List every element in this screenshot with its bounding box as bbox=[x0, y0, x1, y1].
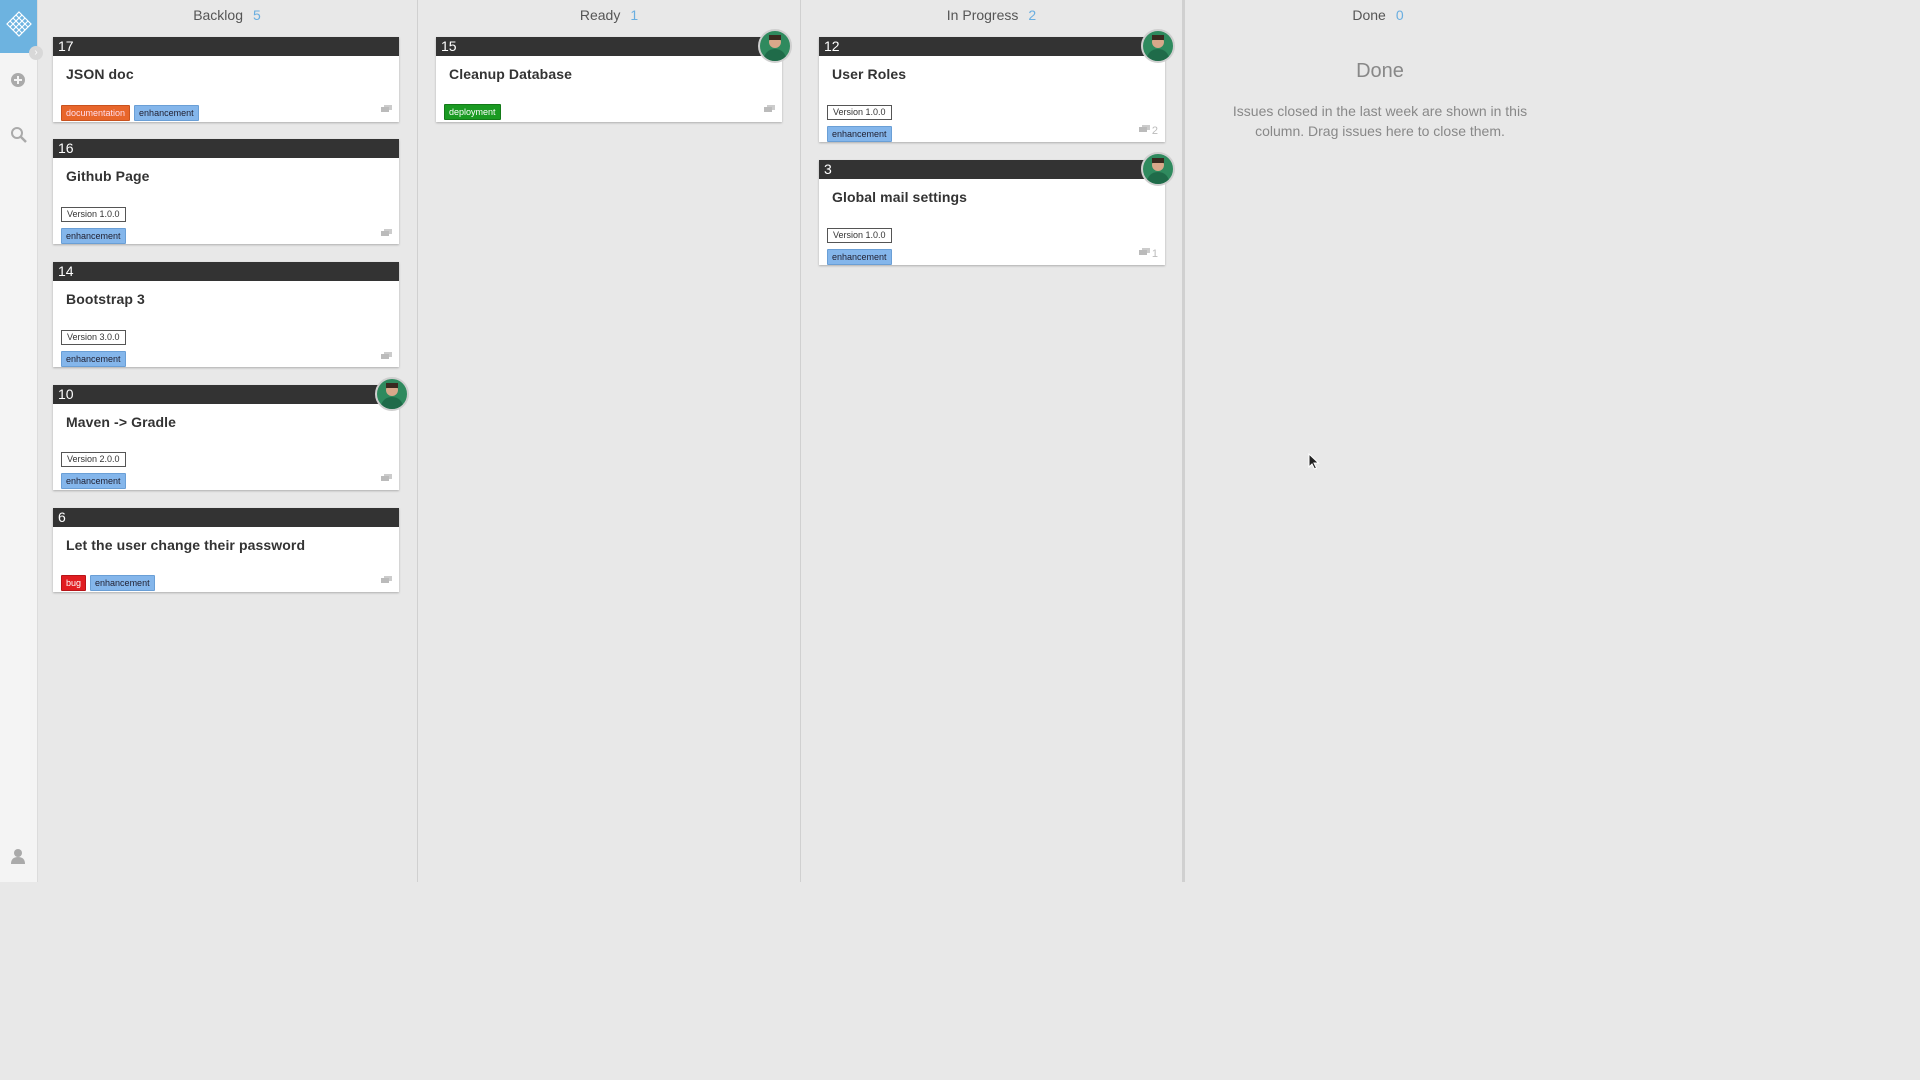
comments-icon bbox=[381, 229, 392, 238]
column-header: Done 0 bbox=[1185, 0, 1571, 30]
label-list: bug enhancement bbox=[61, 573, 159, 591]
label-enhancement[interactable]: enhancement bbox=[61, 228, 126, 244]
issue-title[interactable]: Bootstrap 3 bbox=[53, 281, 399, 307]
milestone-row: Version 1.0.0 bbox=[61, 204, 126, 222]
mouse-cursor-icon bbox=[1308, 452, 1320, 475]
label-enhancement[interactable]: enhancement bbox=[827, 249, 892, 265]
issue-number: 3 bbox=[819, 160, 1165, 179]
issue-number: 10 bbox=[53, 385, 399, 404]
label-list: documentation enhancement bbox=[61, 103, 203, 121]
label-enhancement[interactable]: enhancement bbox=[61, 473, 126, 489]
milestone-badge[interactable]: Version 2.0.0 bbox=[61, 452, 126, 467]
label-enhancement[interactable]: enhancement bbox=[61, 351, 126, 367]
column-count: 5 bbox=[253, 7, 261, 23]
milestone-row: Version 2.0.0 bbox=[61, 449, 126, 467]
sidebar: › bbox=[0, 0, 43, 882]
issue-title[interactable]: User Roles bbox=[819, 56, 1165, 82]
column-title: Backlog bbox=[193, 7, 243, 23]
comments-icon bbox=[381, 352, 392, 361]
column-title: In Progress bbox=[946, 7, 1019, 23]
done-drop-zone[interactable]: Done Issues closed in the last week are … bbox=[1215, 60, 1545, 141]
user-icon[interactable] bbox=[8, 846, 28, 866]
board: Backlog 5 17 JSON doc documentation enhanc… bbox=[38, 0, 1568, 882]
label-bug[interactable]: bug bbox=[61, 575, 87, 591]
issue-card[interactable]: 16 Github Page Version 1.0.0 enhancement bbox=[53, 139, 399, 244]
milestone-badge[interactable]: Version 1.0.0 bbox=[827, 228, 892, 243]
label-list: enhancement bbox=[61, 349, 130, 367]
milestone-row: Version 3.0.0 bbox=[61, 327, 126, 345]
comments-indicator: 2 bbox=[1138, 125, 1158, 137]
issue-title[interactable]: Global mail settings bbox=[819, 179, 1165, 205]
issue-card[interactable]: 12 User Roles Version 1.0.0 enhancement … bbox=[819, 29, 1175, 142]
app-logo[interactable] bbox=[0, 0, 37, 53]
column-header: Backlog 5 bbox=[38, 0, 416, 30]
label-list: enhancement bbox=[827, 124, 896, 142]
issue-card[interactable]: 15 Cleanup Database deployment bbox=[436, 29, 792, 122]
issue-number: 14 bbox=[53, 262, 399, 281]
column-backlog: Backlog 5 17 JSON doc documentation enhanc… bbox=[38, 0, 416, 882]
comment-count: 1 bbox=[1151, 248, 1158, 260]
comments-icon bbox=[1138, 125, 1150, 137]
assignee-avatar[interactable] bbox=[1141, 29, 1175, 63]
label-list: enhancement bbox=[827, 247, 896, 265]
assignee-avatar[interactable] bbox=[375, 377, 409, 411]
issue-card[interactable]: 10 Maven -> Gradle Version 2.0.0 enhance… bbox=[53, 377, 409, 490]
column-count: 2 bbox=[1028, 7, 1037, 23]
column-title: Ready bbox=[579, 7, 621, 23]
issue-card[interactable]: 17 JSON doc documentation enhancement bbox=[53, 37, 399, 122]
milestone-row: Version 1.0.0 bbox=[827, 102, 892, 120]
lattice-diamond-icon bbox=[5, 11, 32, 42]
issue-card[interactable]: 3 Global mail settings Version 1.0.0 enh… bbox=[819, 152, 1175, 265]
done-panel-title: Done bbox=[1356, 60, 1404, 82]
label-enhancement[interactable]: enhancement bbox=[827, 126, 892, 142]
column-done: Done 0 Done Issues closed in the last wee… bbox=[1182, 0, 1571, 882]
column-ready: Ready 1 15 Cleanup Database deployment bbox=[417, 0, 800, 882]
assignee-avatar[interactable] bbox=[758, 29, 792, 63]
comments-icon bbox=[764, 105, 775, 114]
issue-number: 12 bbox=[819, 37, 1165, 56]
label-documentation[interactable]: documentation bbox=[61, 105, 131, 121]
issue-title[interactable]: Cleanup Database bbox=[436, 56, 782, 82]
plus-circle-icon[interactable] bbox=[8, 70, 28, 90]
label-list: enhancement bbox=[61, 226, 130, 244]
label-list: deployment bbox=[444, 102, 505, 120]
issue-title[interactable]: Let the user change their password bbox=[53, 527, 399, 553]
column-count: 0 bbox=[1395, 7, 1404, 23]
search-icon[interactable] bbox=[8, 124, 28, 144]
done-panel-text: Issues closed in the last week are shown… bbox=[1232, 103, 1528, 139]
issue-title[interactable]: Github Page bbox=[53, 158, 399, 184]
column-title: Done bbox=[1352, 7, 1386, 23]
milestone-badge[interactable]: Version 1.0.0 bbox=[827, 105, 892, 120]
issue-card[interactable]: 6 Let the user change their password bug… bbox=[53, 508, 399, 592]
issue-number: 16 bbox=[53, 139, 399, 158]
milestone-badge[interactable]: Version 3.0.0 bbox=[61, 330, 126, 345]
comments-icon bbox=[381, 576, 392, 585]
comments-icon bbox=[381, 474, 392, 483]
comments-icon bbox=[1138, 248, 1150, 260]
column-in-progress: In Progress 2 12 User Roles Version 1.0.0… bbox=[800, 0, 1182, 882]
issue-number: 15 bbox=[436, 37, 782, 56]
issue-number: 6 bbox=[53, 508, 399, 527]
column-count: 1 bbox=[630, 7, 639, 23]
comments-indicator: 1 bbox=[1138, 248, 1158, 260]
issue-number: 17 bbox=[53, 37, 399, 56]
assignee-avatar[interactable] bbox=[1141, 152, 1175, 186]
label-list: enhancement bbox=[61, 471, 130, 489]
comments-icon bbox=[381, 105, 392, 114]
column-header: In Progress 2 bbox=[801, 0, 1182, 30]
column-header: Ready 1 bbox=[418, 0, 800, 30]
issue-card[interactable]: 14 Bootstrap 3 Version 3.0.0 enhancement bbox=[53, 262, 399, 367]
label-enhancement[interactable]: enhancement bbox=[90, 575, 155, 591]
milestone-row: Version 1.0.0 bbox=[827, 225, 892, 243]
comment-count: 2 bbox=[1151, 125, 1158, 137]
label-deployment[interactable]: deployment bbox=[444, 104, 501, 120]
milestone-badge[interactable]: Version 1.0.0 bbox=[61, 207, 126, 222]
issue-title[interactable]: Maven -> Gradle bbox=[53, 404, 399, 430]
issue-title[interactable]: JSON doc bbox=[53, 56, 399, 82]
label-enhancement[interactable]: enhancement bbox=[134, 105, 199, 121]
